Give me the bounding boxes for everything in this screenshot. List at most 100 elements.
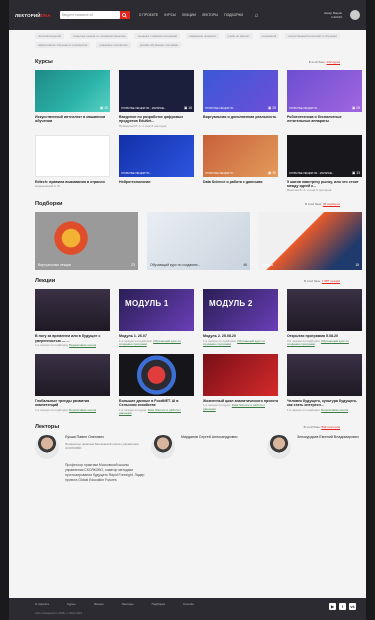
lecture-card[interactable]: Большие данные в FoodNET. AI в Сельском … xyxy=(119,353,194,416)
course-card[interactable]: Edtech: правила выживания в отрасли Нарыш… xyxy=(35,134,110,194)
tag[interactable]: учебе не хватает xyxy=(224,33,253,39)
lecture-source-link[interactable]: Бережливая школа xyxy=(69,343,96,347)
logo[interactable]: ЛЕКТОРИЙDNA xyxy=(15,13,51,18)
lecture-card[interactable]: Жизненный цикл аналитического проекта 1 в… xyxy=(203,353,278,416)
tag[interactable]: дизайн обучающих программ xyxy=(136,42,181,48)
tag[interactable]: интерактив xyxy=(258,33,280,39)
nav-courses[interactable]: КУРСЫ xyxy=(164,13,176,17)
course-title[interactable]: Data Science и работа с данными xyxy=(203,180,278,184)
lector-name[interactable]: Лукша Павел Олегович xyxy=(65,435,145,439)
search-button[interactable] xyxy=(119,11,130,19)
lecture-thumbnail[interactable] xyxy=(287,353,362,396)
lector-card[interactable]: Зелокурдьев Евгений Владимирович xyxy=(267,435,366,483)
nav-lectors[interactable]: ЛЕКТОРЫ xyxy=(202,13,218,17)
lector-name[interactable]: Зелокурдьев Евгений Владимирович xyxy=(297,435,359,439)
lecture-thumbnail[interactable]: МОДУЛЬ 1 xyxy=(119,289,194,332)
lector-card[interactable]: Лукша Павел Олегович Профессор практики М… xyxy=(35,435,145,483)
lecture-source: 1 в лекции из подборки: Обучающий курс п… xyxy=(119,338,181,347)
course-thumbnail[interactable]: ОТКРЫТЫЕ ЛЕКЦИИ ОБ... МАЛЬНЫЕ... ▣ 33 xyxy=(287,134,362,177)
collection-card[interactable]: Виртуальные лекции 23 xyxy=(35,212,138,271)
footer-link[interactable]: Курсы xyxy=(67,602,76,606)
lectures-all-link[interactable]: 1 587 лекций xyxy=(322,279,340,283)
lecture-title[interactable]: Глобальные тренды развития компетенций xyxy=(35,399,110,408)
lecture-thumbnail[interactable] xyxy=(35,289,110,332)
tag[interactable]: цифровое портфолио xyxy=(96,42,131,48)
courses-all-link[interactable]: 132 курса xyxy=(327,60,341,64)
tag[interactable]: тренинги с живыми лекторами xyxy=(134,33,181,39)
course-thumbnail[interactable] xyxy=(35,134,110,177)
course-thumbnail[interactable]: ОТКРЫТЫЕ ЛЕКЦИИ ПО... ▣ 30 xyxy=(203,134,278,177)
lecture-count-value: 25 xyxy=(272,106,276,110)
lecture-thumbnail[interactable]: МОДУЛЬ 2 xyxy=(203,289,278,332)
course-card[interactable]: ▣ 20 Искусственный интеллект в машинном об… xyxy=(35,70,110,129)
lecture-title[interactable]: Большие данные в FoodNET. AI в Сельском … xyxy=(119,399,194,408)
lecture-source-link[interactable]: Бережливая школа xyxy=(69,408,96,412)
course-title[interactable]: Нейротехнологии xyxy=(119,180,194,184)
course-card[interactable]: ОТКРЫТЫЕ ЛЕКЦИИ ОБ... МАЛЬНЫЕ... ▣ 16 Введе… xyxy=(119,70,194,129)
lecture-title[interactable]: Человек будущего, культура будущего- как… xyxy=(287,399,362,408)
footer-link[interactable]: Ссылки xyxy=(183,602,194,606)
course-thumbnail[interactable]: ОТКРЫТЫЕ ЛЕКЦИИ ОБ... МАЛЬНЫЕ... ▣ 16 xyxy=(119,70,194,112)
course-card[interactable]: ОТКРЫТЫЕ ЛЕКЦИИ ПО... ▣ 30 Data Science и р… xyxy=(203,134,278,194)
podborki-all-link[interactable]: 40 подборок xyxy=(323,202,340,206)
lecture-title[interactable]: В погу за временем или в будущее с увере… xyxy=(35,334,110,343)
tag[interactable]: искусственный интеллект в обучении xyxy=(285,33,340,39)
lecture-count: ▣ 30 xyxy=(268,171,276,175)
lecture-card[interactable]: Глобальные тренды развития компетенций 1 … xyxy=(35,353,110,416)
lector-avatar[interactable] xyxy=(35,435,59,460)
lectors-all-link[interactable]: 893 лекторов xyxy=(321,425,340,429)
collection-count: 23 xyxy=(131,263,135,268)
lecture-source-link[interactable]: Бережливая школа xyxy=(321,408,348,412)
tag[interactable]: эффективное обучение в сообществе xyxy=(35,42,91,48)
course-title[interactable]: 5 шагов навстречу рынку, или что стоит м… xyxy=(287,180,362,189)
facebook-icon[interactable]: f xyxy=(339,603,346,610)
lector-row: Лукша Павел Олегович Профессор практики М… xyxy=(35,435,145,460)
user-info[interactable]: Шеир Мария 1,02210 xyxy=(324,11,342,19)
lectors-title: Лекторы xyxy=(35,424,60,431)
vk-icon[interactable]: vk xyxy=(349,603,356,610)
lector-card[interactable]: Мирданов Сергей Александрович xyxy=(151,435,261,483)
course-title[interactable]: Виртуальная и дополненная реальность xyxy=(203,115,278,119)
tag[interactable]: пилотаж моделей xyxy=(35,33,64,39)
course-thumbnail[interactable]: ОТКРЫТЫЕ ЛЕКЦИИ ПО... ▣ 25 xyxy=(287,70,362,112)
course-title[interactable]: Введение по разработке цифровых продукто… xyxy=(119,115,194,124)
course-title[interactable]: Робототехника и беспилотные летательные … xyxy=(287,115,362,124)
bell-icon[interactable] xyxy=(254,13,259,18)
lecture-thumbnail[interactable] xyxy=(203,353,278,396)
nav-podborki[interactable]: ПОДБОРКИ xyxy=(224,13,243,17)
course-caption: ОТКРЫТЫЕ ЛЕКЦИИ ПО... xyxy=(205,171,236,175)
course-card[interactable]: ОТКРЫТЫЕ ЛЕКЦИИ ПО... Нейротехнологии xyxy=(119,134,194,194)
lecture-card[interactable]: Человек будущего, культура будущего- как… xyxy=(287,353,362,416)
course-card[interactable]: ОТКРЫТЫЕ ЛЕКЦИИ ОБ... МАЛЬНЫЕ... ▣ 33 5 шаг… xyxy=(287,134,362,194)
lecture-thumbnail[interactable] xyxy=(35,353,110,396)
course-authors: Веничев В. А. и ещё 6 лекторов xyxy=(287,188,332,193)
footer-link[interactable]: Подборки xyxy=(152,602,166,606)
lecture-thumbnail[interactable] xyxy=(287,289,362,332)
course-card[interactable]: ОТКРЫТЫЕ ЛЕКЦИИ ПО... ▣ 25 Робототехника и … xyxy=(287,70,362,129)
tag[interactable]: открытые лекции по головным проектам xyxy=(69,33,129,39)
collection-card[interactable]: Цифра 15 xyxy=(259,212,362,271)
footer-link[interactable]: Лекторы xyxy=(122,602,134,606)
lecture-card[interactable]: Открытая программа 5.08.20 3 в лекции из … xyxy=(287,289,362,348)
course-thumbnail[interactable]: ОТКРЫТЫЕ ЛЕКЦИИ ПО... ▣ 25 xyxy=(203,70,278,112)
lector-name[interactable]: Мирданов Сергей Александрович xyxy=(181,435,238,439)
nav-about[interactable]: О ПРОЕКТЕ xyxy=(139,13,158,17)
course-thumbnail[interactable]: ОТКРЫТЫЕ ЛЕКЦИИ ПО... xyxy=(119,134,194,177)
lector-avatar[interactable] xyxy=(151,435,175,460)
tag[interactable]: изменение профиля xyxy=(186,33,219,39)
course-thumbnail[interactable]: ▣ 20 xyxy=(35,70,110,112)
lecture-thumbnail[interactable] xyxy=(119,353,194,396)
course-card[interactable]: ОТКРЫТЫЕ ЛЕКЦИИ ПО... ▣ 25 Виртуальная и до… xyxy=(203,70,278,129)
lecture-card[interactable]: МОДУЛЬ 1 Модуль 1. 26.07 1 в лекции из под… xyxy=(119,289,194,348)
search-input[interactable]: Введите название ой xyxy=(59,11,120,19)
course-title[interactable]: Искусственный интеллект в машинном обуче… xyxy=(35,115,110,124)
lecture-card[interactable]: В погу за временем или в будущее с увере… xyxy=(35,289,110,348)
lector-avatar[interactable] xyxy=(267,435,291,460)
nav-lectures[interactable]: ЛЕКЦИИ xyxy=(182,13,196,17)
avatar[interactable] xyxy=(350,10,360,20)
lecture-card[interactable]: МОДУЛЬ 2 Модуль 2. 25.08.20 1 в лекции из … xyxy=(203,289,278,348)
collection-card[interactable]: Обучающий курс по созданию... 46 xyxy=(147,212,250,271)
footer-link[interactable]: О проекте xyxy=(35,602,49,606)
youtube-icon[interactable]: ▶ xyxy=(329,603,336,610)
footer-link[interactable]: Лекции xyxy=(94,602,104,606)
